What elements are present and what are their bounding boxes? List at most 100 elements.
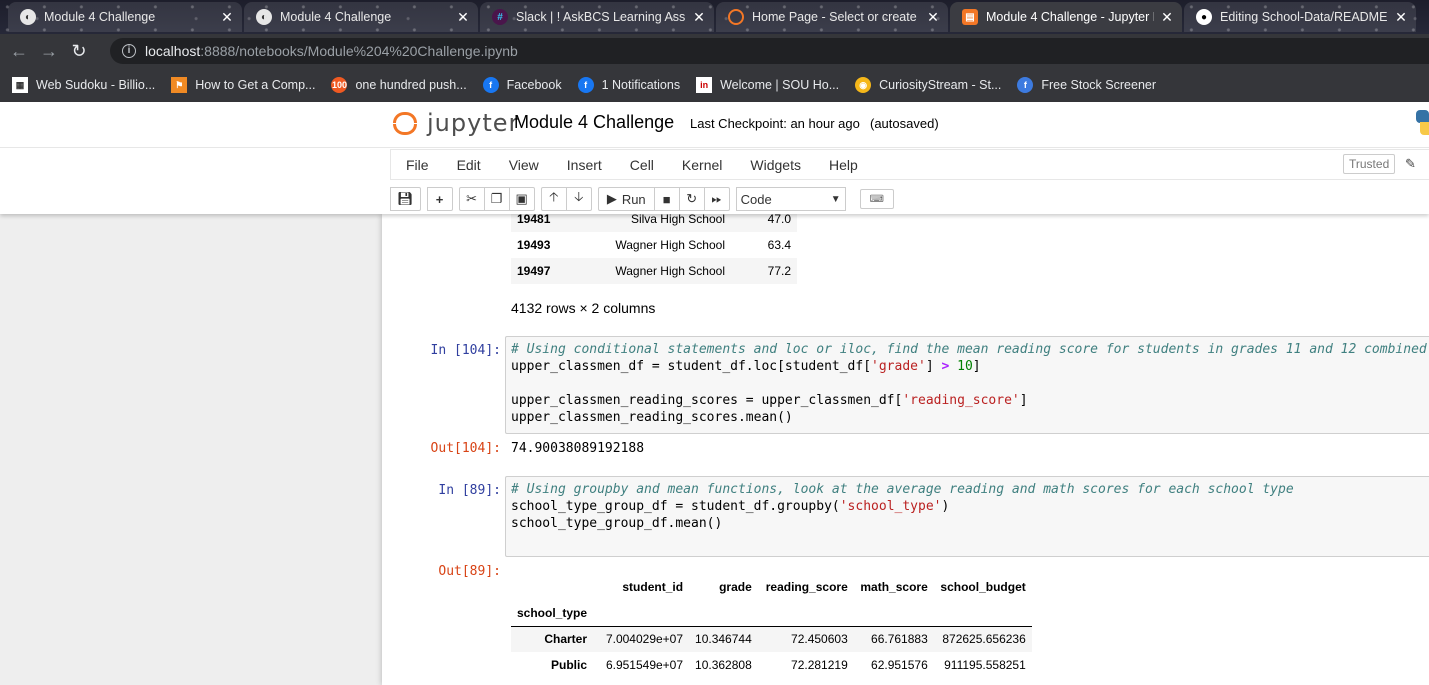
school-name-cell: Silva High School: [630, 214, 725, 226]
paste-icon: ▣: [515, 191, 528, 206]
jupyter-logo[interactable]: jupyter: [393, 109, 519, 137]
url-path: :8888/notebooks/Module%204%20Challenge.i…: [200, 43, 518, 59]
insert-cell-button[interactable]: +: [426, 187, 453, 211]
forward-arrow-icon[interactable]: →: [34, 41, 64, 62]
bookmark-curiositystream[interactable]: ◉ CuriosityStream - St...: [855, 77, 1001, 93]
column-header: grade: [719, 580, 752, 594]
school-name-cell: Wagner High School: [615, 264, 725, 278]
bookmark-facebook[interactable]: f Facebook: [482, 77, 562, 93]
notebook-icon: ▤: [962, 9, 978, 25]
close-icon[interactable]: ✕: [456, 9, 470, 26]
dataframe-shape: 4132 rows × 2 columns: [511, 300, 656, 316]
interrupt-button[interactable]: ■: [653, 187, 680, 211]
menu-cell[interactable]: Cell: [616, 157, 668, 173]
github-icon: ●: [1196, 9, 1212, 25]
table-cell: 66.761883: [871, 632, 928, 647]
restart-button[interactable]: ↻: [678, 187, 705, 211]
jupyter-spinner-icon: [728, 9, 744, 25]
browser-tab-bar: ◐ Module 4 Challenge ✕ ◐ Module 4 Challe…: [0, 0, 1429, 34]
table-cell: 10.362808: [695, 658, 752, 672]
row-index: Charter: [544, 632, 588, 647]
cell-type-select[interactable]: Code ▼: [735, 187, 846, 211]
copy-icon: ❐: [490, 191, 503, 206]
input-prompt: In [89]:: [438, 483, 501, 498]
keyboard-icon: ⌨: [869, 193, 884, 205]
menu-edit[interactable]: Edit: [443, 157, 495, 173]
cut-button[interactable]: ✂: [458, 187, 485, 211]
bookmark-stock-screener[interactable]: f Free Stock Screener: [1017, 77, 1156, 93]
code-string: 'reading_score': [902, 393, 1020, 408]
trusted-badge[interactable]: Trusted: [1343, 154, 1396, 174]
menu-bar: File Edit View Insert Cell Kernel Widget…: [390, 149, 1429, 180]
row-index: Public: [551, 658, 588, 672]
browser-tab-6[interactable]: ● Editing School-Data/README.m ✕: [1184, 2, 1416, 32]
menu-file[interactable]: File: [391, 157, 443, 173]
code-comment: # Using conditional statements and loc o…: [511, 342, 1429, 357]
url-field[interactable]: i localhost :8888/notebooks/Module%204%2…: [110, 38, 1429, 64]
menu-help[interactable]: Help: [815, 157, 872, 173]
menu-view[interactable]: View: [495, 157, 553, 173]
notebook-title[interactable]: Module 4 Challenge: [514, 112, 674, 133]
value-cell: 63.4: [767, 238, 791, 252]
table-row: 19493 Wagner High School 63.4: [511, 232, 797, 258]
bookmark-label: How to Get a Comp...: [195, 78, 316, 92]
browser-tab-2[interactable]: ◐ Module 4 Challenge ✕: [244, 2, 478, 32]
bookmark-sou[interactable]: in Welcome | SOU Ho...: [696, 77, 839, 93]
save-button[interactable]: 💾︎: [390, 187, 421, 211]
move-down-button[interactable]: 🡣: [565, 187, 592, 211]
copy-button[interactable]: ❐: [483, 187, 510, 211]
stock-icon: f: [1017, 77, 1034, 93]
tab-label: Module 4 Challenge - Jupyter N: [986, 10, 1154, 24]
code-number: 10: [957, 359, 973, 374]
close-icon[interactable]: ✕: [1394, 9, 1408, 26]
arrow-down-icon: 🡣: [574, 189, 584, 204]
code-text: upper_classmen_df = student_df.loc[stude…: [511, 359, 872, 374]
menu-insert[interactable]: Insert: [553, 157, 616, 173]
run-label: Run: [621, 191, 646, 207]
header-row: student_id grade reading_score math_scor…: [511, 574, 1032, 600]
code-cell-editor[interactable]: # Using conditional statements and loc o…: [505, 336, 1429, 434]
close-icon[interactable]: ✕: [1160, 9, 1174, 26]
bookmark-how-to-get[interactable]: ⚑ How to Get a Comp...: [171, 77, 315, 93]
browser-tab-4[interactable]: Home Page - Select or create a ✕: [716, 2, 948, 32]
pencil-icon[interactable]: ✎: [1405, 156, 1416, 172]
column-header: reading_score: [765, 580, 848, 594]
command-palette-button[interactable]: ⌨: [859, 189, 894, 209]
table-cell: 62.951576: [871, 658, 928, 672]
close-icon[interactable]: ✕: [692, 9, 706, 26]
run-button[interactable]: ▶ Run: [597, 187, 655, 211]
code-cell-editor[interactable]: # Using groupby and mean functions, look…: [505, 476, 1429, 557]
reload-icon[interactable]: ↻: [64, 41, 94, 62]
bookmark-notifications[interactable]: f 1 Notifications: [577, 77, 681, 93]
save-icon: 💾︎: [397, 191, 414, 206]
restart-run-all-button[interactable]: ⏩︎: [703, 187, 730, 211]
menu-widgets[interactable]: Widgets: [736, 157, 815, 173]
table-row: 19481 Silva High School 47.0: [511, 214, 797, 232]
table-cell: 6.951549e+07: [605, 658, 684, 672]
jupyter-wordmark: jupyter: [427, 109, 520, 137]
hundred-icon: 100: [331, 77, 348, 93]
browser-tab-5-active[interactable]: ▤ Module 4 Challenge - Jupyter N ✕: [950, 2, 1182, 32]
back-arrow-icon[interactable]: ←: [4, 41, 34, 62]
code-comment: # Using groupby and mean functions, look…: [511, 482, 1294, 497]
table-cell: 872625.656236: [942, 632, 1026, 647]
bookmark-web-sudoku[interactable]: ▦ Web Sudoku - Billio...: [12, 77, 155, 93]
menu-kernel[interactable]: Kernel: [668, 157, 736, 173]
table-cell: 7.004029e+07: [605, 632, 684, 647]
chevron-down-icon: ▼: [830, 193, 841, 205]
jupyter-logo-icon: [393, 109, 417, 137]
close-icon[interactable]: ✕: [926, 9, 940, 26]
close-icon[interactable]: ✕: [220, 9, 234, 26]
info-icon[interactable]: i: [122, 44, 136, 58]
browser-tab-1[interactable]: ◐ Module 4 Challenge ✕: [8, 2, 242, 32]
browser-tab-3[interactable]: # Slack | ! AskBCS Learning Assist ✕: [480, 2, 714, 32]
output-prompt: Out[104]:: [430, 441, 501, 456]
facebook-icon: f: [577, 77, 594, 93]
row-index: 19493: [517, 238, 551, 252]
paste-button[interactable]: ▣: [508, 187, 535, 211]
bookmark-one-hundred[interactable]: 100 one hundred push...: [331, 77, 467, 93]
bookmark-label: 1 Notifications: [601, 78, 681, 92]
restart-icon: ↻: [686, 191, 698, 206]
move-up-button[interactable]: 🡡: [540, 187, 567, 211]
dataframe-output: 19481 Silva High School 47.0 19493 Wagne…: [511, 214, 797, 284]
